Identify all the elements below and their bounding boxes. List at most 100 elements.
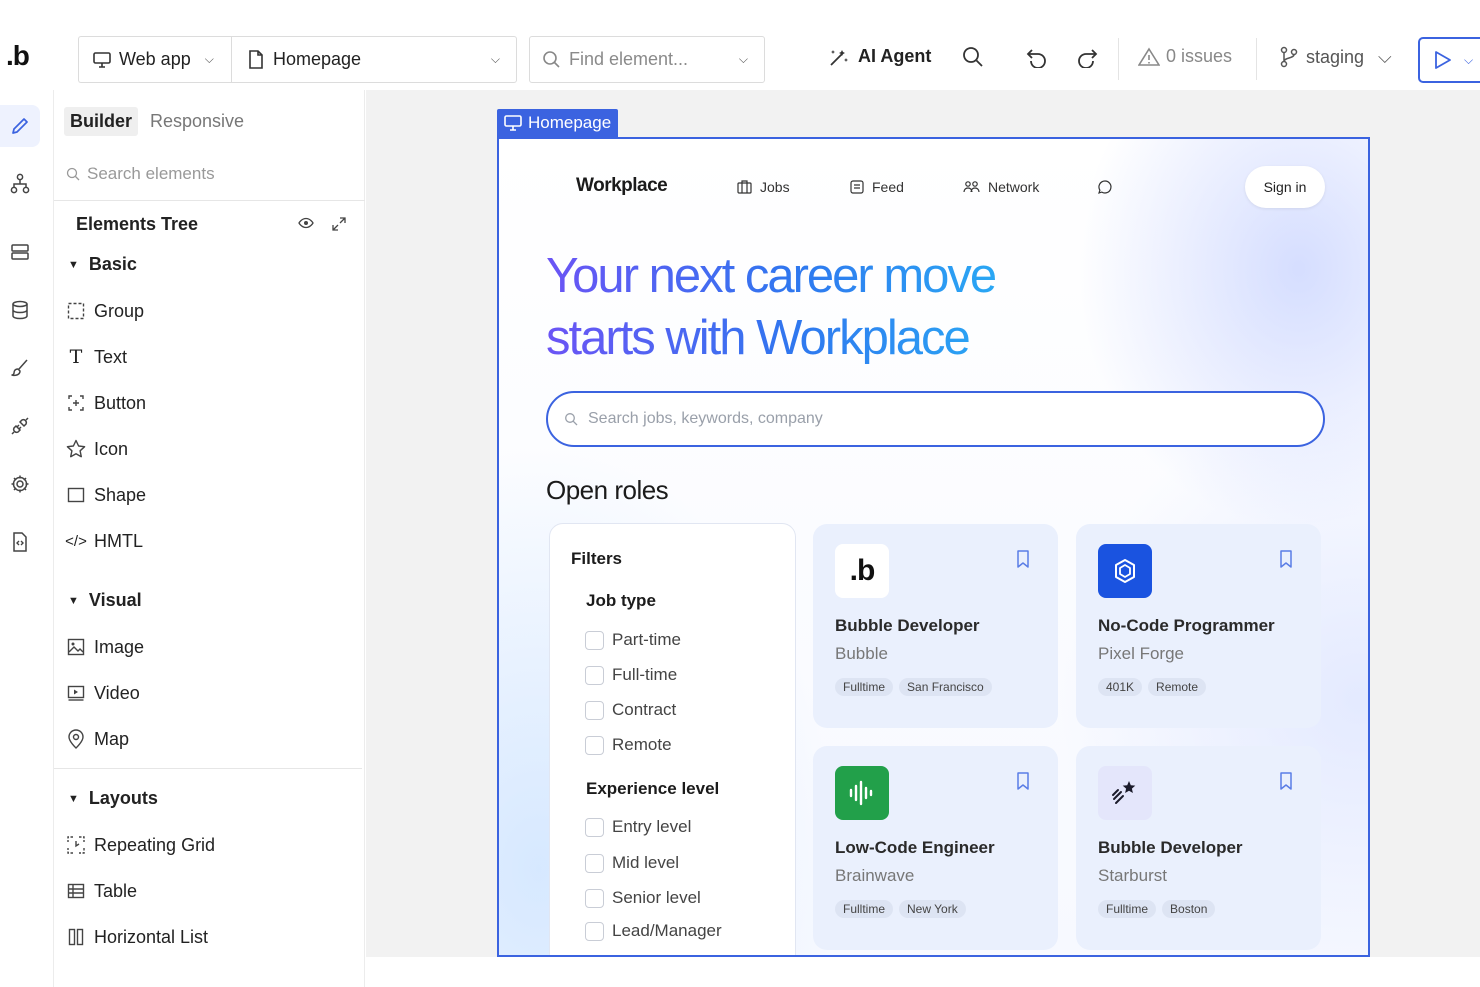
element-map[interactable]: Map [65, 728, 129, 750]
element-html[interactable]: </> HMTL [65, 530, 143, 552]
eye-icon[interactable] [298, 216, 314, 235]
element-button[interactable]: Button [65, 392, 146, 414]
group-visual-label: Visual [88, 590, 142, 610]
dashed-square-icon [65, 300, 87, 322]
job-tags: Fulltime San Francisco [835, 678, 992, 696]
warning-icon [1138, 46, 1160, 67]
design-tab-button[interactable] [0, 105, 40, 147]
bookmark-icon[interactable] [1279, 550, 1293, 573]
toolbar-divider [1118, 38, 1119, 80]
element-horizontal-list[interactable]: Horizontal List [65, 926, 208, 948]
waveform-icon [847, 780, 877, 806]
file-icon [248, 50, 264, 69]
expand-icon[interactable] [331, 216, 347, 237]
redo-icon [1076, 46, 1098, 68]
element-repeating-grid[interactable]: Repeating Grid [65, 834, 215, 856]
element-image[interactable]: Image [65, 636, 144, 658]
search-elements-placeholder: Search elements [87, 164, 215, 183]
checkbox[interactable] [585, 888, 604, 908]
filter-mid-level[interactable]: Mid level [585, 853, 679, 873]
brush-icon [10, 358, 30, 378]
settings-tab-button[interactable] [0, 463, 40, 505]
checkbox[interactable] [585, 817, 604, 837]
nav-messages[interactable] [1097, 179, 1113, 195]
redo-button[interactable] [1076, 46, 1098, 68]
ai-agent-label: AI Agent [858, 46, 932, 66]
checkbox[interactable] [585, 665, 604, 685]
workflow-tab-button[interactable] [0, 163, 40, 205]
page-select[interactable]: Homepage ⌵ [231, 36, 517, 83]
job-tag: 401K [1098, 678, 1143, 696]
job-card[interactable]: No-Code Programmer Pixel Forge 401K Remo… [1076, 524, 1321, 728]
job-card[interactable]: Low-Code Engineer Brainwave Fulltime New… [813, 746, 1058, 950]
toolbar-divider [1256, 38, 1257, 80]
group-visual-header[interactable]: ▼ Visual [68, 590, 142, 611]
site-brand[interactable]: Workplace [576, 175, 668, 197]
checkbox[interactable] [585, 700, 604, 720]
job-company: Pixel Forge [1098, 644, 1184, 663]
job-search-input[interactable]: Search jobs, keywords, company [546, 391, 1325, 447]
element-text[interactable]: T Text [65, 346, 127, 368]
find-element-placeholder: Find element... [569, 49, 689, 69]
job-title: Low-Code Engineer [835, 838, 995, 857]
divider [54, 200, 365, 201]
filter-entry-level[interactable]: Entry level [585, 817, 691, 837]
checkbox[interactable] [585, 853, 604, 873]
chevron-down-icon: ⌵ [490, 52, 500, 66]
job-tag: San Francisco [899, 678, 992, 696]
element-icon-label: Icon [94, 438, 129, 459]
issues-button[interactable]: 0 issues [1138, 46, 1232, 67]
tab-responsive[interactable]: Responsive [144, 107, 250, 136]
element-table[interactable]: Table [65, 880, 137, 902]
element-shape-label: Shape [94, 484, 147, 505]
hero-headline: Your next career move starts with Workpl… [546, 245, 995, 369]
page-canvas-tag[interactable]: Homepage [497, 109, 619, 137]
code-icon: </> [65, 532, 87, 550]
element-group[interactable]: Group [65, 300, 144, 322]
logs-tab-button[interactable] [0, 521, 40, 563]
bubble-logo[interactable]: .b [6, 40, 30, 72]
search-elements-input[interactable]: Search elements [66, 164, 215, 184]
app-type-select[interactable]: Web app ⌵ [78, 36, 231, 83]
branch-select[interactable]: staging ⌵ [1280, 46, 1392, 68]
filter-lead-manager[interactable]: Lead/Manager [585, 921, 722, 941]
play-icon [1434, 50, 1452, 70]
data-tab-button[interactable] [0, 231, 40, 273]
search-button[interactable] [962, 46, 984, 68]
bookmark-icon[interactable] [1279, 772, 1293, 795]
filter-remote[interactable]: Remote [585, 735, 672, 755]
job-card[interactable]: Bubble Developer Starburst Fulltime Bost… [1076, 746, 1321, 950]
filter-full-time[interactable]: Full-time [585, 665, 677, 685]
group-layouts-header[interactable]: ▼ Layouts [68, 788, 158, 809]
element-shape[interactable]: Shape [65, 484, 146, 506]
bookmark-icon[interactable] [1016, 550, 1030, 573]
sign-in-button[interactable]: Sign in [1245, 166, 1325, 208]
filter-senior-level[interactable]: Senior level [585, 888, 701, 908]
ai-agent-button[interactable]: AI Agent [828, 46, 931, 67]
nav-link-jobs[interactable]: Jobs [737, 179, 790, 195]
element-video[interactable]: Video [65, 682, 140, 704]
checkbox[interactable] [585, 921, 604, 941]
checkbox[interactable] [585, 735, 604, 755]
caret-down-icon: ▼ [68, 594, 79, 607]
checkbox[interactable] [585, 630, 604, 650]
group-basic-header[interactable]: ▼ Basic [68, 254, 137, 275]
bookmark-icon[interactable] [1016, 772, 1030, 795]
nav-link-network[interactable]: Network [963, 179, 1039, 195]
filter-option-label: Lead/Manager [612, 921, 722, 940]
preview-button[interactable]: ⌵ [1418, 37, 1480, 83]
find-element-input[interactable]: Find element... ⌵ [529, 36, 765, 83]
database-tab-button[interactable] [0, 289, 40, 331]
styles-tab-button[interactable] [0, 347, 40, 389]
tab-builder[interactable]: Builder [64, 107, 139, 136]
filter-contract[interactable]: Contract [585, 700, 676, 720]
undo-button[interactable] [1026, 46, 1048, 68]
plugins-tab-button[interactable] [0, 405, 40, 447]
job-card[interactable]: .b Bubble Developer Bubble Fulltime San … [813, 524, 1058, 728]
element-horizontal-list-label: Horizontal List [94, 926, 209, 947]
filter-part-time[interactable]: Part-time [585, 630, 681, 650]
nav-link-feed[interactable]: Feed [850, 179, 904, 195]
element-icon[interactable]: Icon [65, 438, 128, 460]
page-preview-frame[interactable]: Workplace Jobs Feed Network Sign in Your… [497, 137, 1370, 957]
git-branch-icon [1280, 46, 1298, 68]
